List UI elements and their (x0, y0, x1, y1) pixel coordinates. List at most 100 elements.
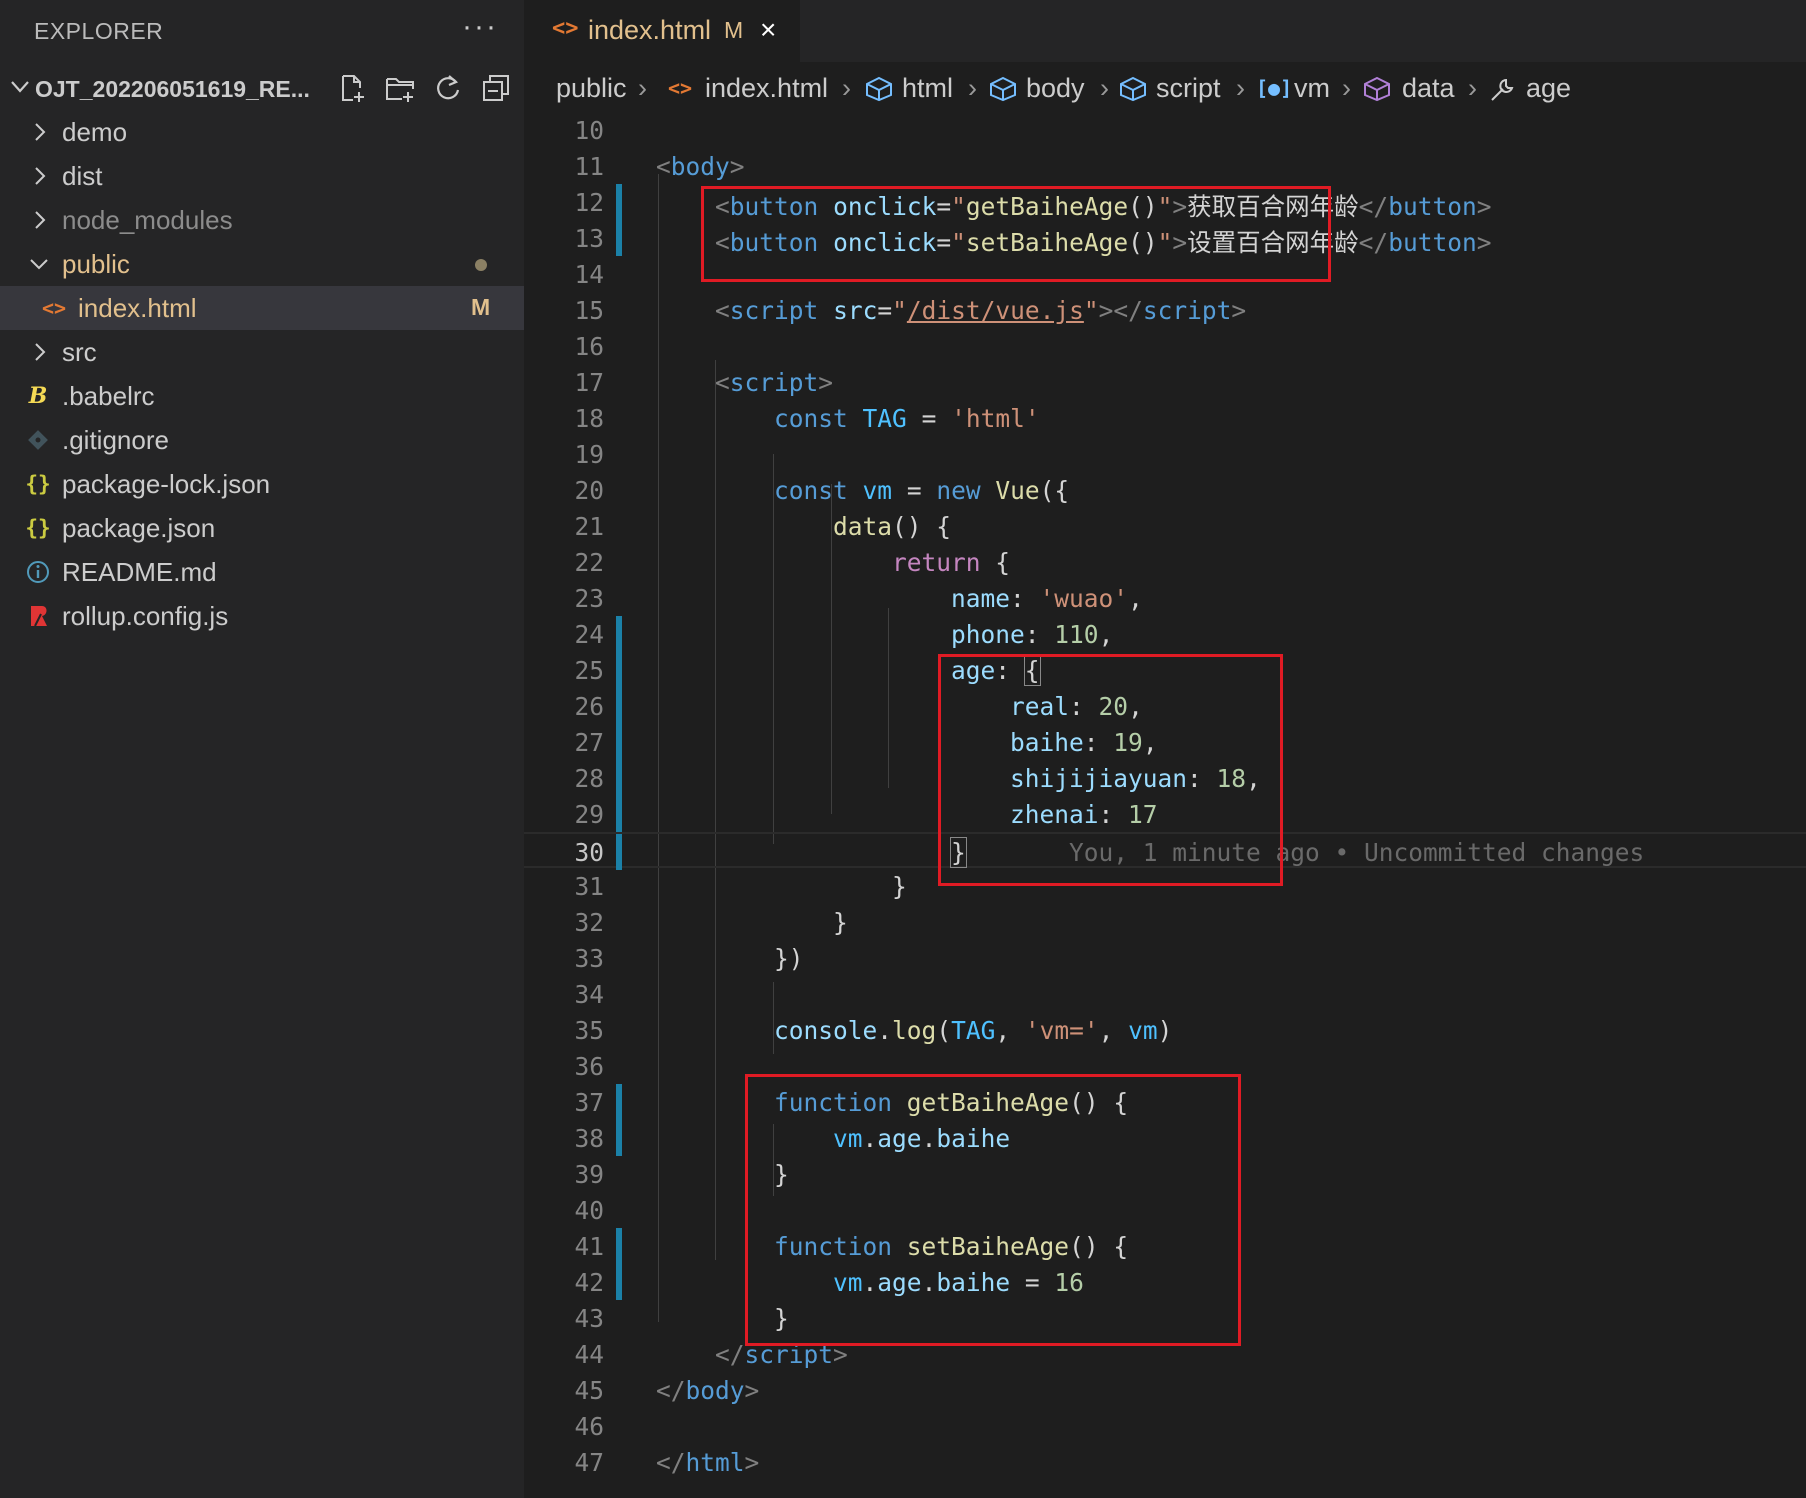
tree-label: package.json (62, 513, 216, 543)
tree-label: package-lock.json (62, 469, 271, 499)
tree-file-rollup-config[interactable]: rollup.config.js (0, 594, 524, 638)
line-number: 27 (574, 728, 604, 757)
line-number: 45 (574, 1376, 604, 1405)
breadcrumb-item[interactable]: data (1402, 73, 1455, 104)
tree-folder-dist[interactable]: dist (0, 154, 524, 198)
code-text: <script> (715, 368, 834, 397)
line-number: 20 (574, 476, 604, 505)
code-text: <button onclick="getBaiheAge()">获取百合网年龄<… (715, 192, 1492, 221)
breadcrumb-item[interactable]: public (556, 73, 627, 104)
line-number: 24 (574, 620, 604, 649)
code-line: 34 (524, 976, 1806, 1012)
line-number: 43 (574, 1304, 604, 1333)
line-number: 41 (574, 1232, 604, 1261)
code-text: zhenai: 17 (1010, 800, 1158, 829)
code-line: 28 shijijiayuan: 18, (524, 760, 1806, 796)
code-line: 33 }) (524, 940, 1806, 976)
chevron-right-icon (35, 167, 46, 185)
breadcrumb-item[interactable]: vm (1294, 73, 1330, 104)
tree-folder-src[interactable]: src (0, 330, 524, 374)
code-line: 32 } (524, 904, 1806, 940)
code-line: 40 (524, 1192, 1806, 1228)
git-modified-marker (616, 688, 622, 724)
line-number: 37 (574, 1088, 604, 1117)
tree-file-package-lock[interactable]: {} package-lock.json (0, 462, 524, 506)
tree-label: .gitignore (62, 425, 169, 455)
more-actions-icon[interactable]: ··· (462, 10, 498, 44)
workspace-root[interactable]: OJT_202206051619_RE... (0, 66, 524, 110)
code-line: 21 data() { (524, 508, 1806, 544)
variable-icon: [●] (1256, 76, 1293, 100)
code-line: 44 </script> (524, 1336, 1806, 1372)
line-number: 16 (574, 332, 604, 361)
code-editor[interactable]: 10 11 <body> 12 <button onclick="getBaihe… (524, 112, 1806, 1498)
tree-file-readme[interactable]: README.md (0, 550, 524, 594)
cube-icon (866, 76, 892, 102)
code-line: 14 (524, 256, 1806, 292)
breadcrumb-item[interactable]: age (1526, 73, 1571, 104)
chevron-right-icon: › (1236, 73, 1245, 103)
tree-file-index-html[interactable]: <> index.html M (0, 286, 524, 330)
code-text: data() { (833, 512, 952, 541)
modified-dot-icon (475, 259, 487, 271)
code-line: 19 (524, 436, 1806, 472)
tab-index-html[interactable]: <> index.html M × (524, 0, 800, 62)
tree-folder-node-modules[interactable]: node_modules (0, 198, 524, 242)
code-line: 35 console.log(TAG, 'vm=', vm) (524, 1012, 1806, 1048)
tree-file-gitignore[interactable]: .gitignore (0, 418, 524, 462)
new-file-icon[interactable] (336, 72, 368, 104)
line-number: 30 (574, 838, 604, 867)
tree-folder-public[interactable]: public (0, 242, 524, 286)
tree-label: public (62, 249, 130, 279)
breadcrumb-item[interactable]: index.html (705, 73, 828, 104)
explorer-sidebar: EXPLORER ··· OJT_202206051619_RE... demo… (0, 0, 524, 1498)
line-number: 26 (574, 692, 604, 721)
tree-file-babelrc[interactable]: B .babelrc (0, 374, 524, 418)
code-line: 39 } (524, 1156, 1806, 1192)
git-modified-marker (616, 760, 622, 796)
new-folder-icon[interactable] (384, 72, 416, 104)
chevron-right-icon (35, 211, 46, 229)
modified-badge: M (471, 294, 491, 320)
collapse-all-icon[interactable] (480, 72, 512, 104)
code-line: 43 } (524, 1300, 1806, 1336)
code-line: 46 (524, 1408, 1806, 1444)
line-number: 18 (574, 404, 604, 433)
breadcrumb-item[interactable]: body (1026, 73, 1085, 104)
line-number: 17 (574, 368, 604, 397)
refresh-icon[interactable] (432, 72, 464, 104)
code-text: } (656, 1160, 789, 1189)
code-line: 18 const TAG = 'html' (524, 400, 1806, 436)
explorer-title: EXPLORER (34, 18, 164, 44)
line-number: 19 (574, 440, 604, 469)
git-modified-marker (616, 1228, 622, 1264)
code-text: <button onclick="setBaiheAge()">设置百合网年龄<… (715, 228, 1492, 257)
code-line: 23 name: 'wuao', (524, 580, 1806, 616)
git-blame-annotation: You, 1 minute ago • Uncommitted changes (1069, 838, 1645, 867)
line-number: 13 (574, 224, 604, 253)
tab-modified-badge: M (724, 17, 744, 43)
close-icon[interactable]: × (760, 14, 776, 46)
code-text: const vm = new Vue({ (774, 476, 1070, 505)
code-line: 15 <script src="/dist/vue.js"></script> (524, 292, 1806, 328)
code-text: vm.age.baihe (833, 1124, 1011, 1153)
code-text: shijijiayuan: 18, (1010, 764, 1261, 793)
line-number: 35 (574, 1016, 604, 1045)
wrench-icon (1491, 78, 1514, 101)
tree-folder-demo[interactable]: demo (0, 110, 524, 154)
button-text: 获取百合网年龄 (1187, 192, 1359, 221)
line-number: 25 (574, 656, 604, 685)
json-file-icon: {} (25, 516, 51, 540)
tree-file-package-json[interactable]: {} package.json (0, 506, 524, 550)
code-text: baihe: 19, (1010, 728, 1158, 757)
code-line: 20 const vm = new Vue({ (524, 472, 1806, 508)
breadcrumb-item[interactable]: html (902, 73, 953, 104)
code-line: 10 (524, 112, 1806, 148)
git-modified-marker (616, 184, 622, 220)
code-text: } (656, 1304, 789, 1333)
code-text: </html> (656, 1448, 760, 1477)
git-modified-marker (616, 724, 622, 760)
method-icon (1364, 76, 1390, 102)
code-line: 29 zhenai: 17 (524, 796, 1806, 832)
breadcrumb-item[interactable]: script (1156, 73, 1221, 104)
